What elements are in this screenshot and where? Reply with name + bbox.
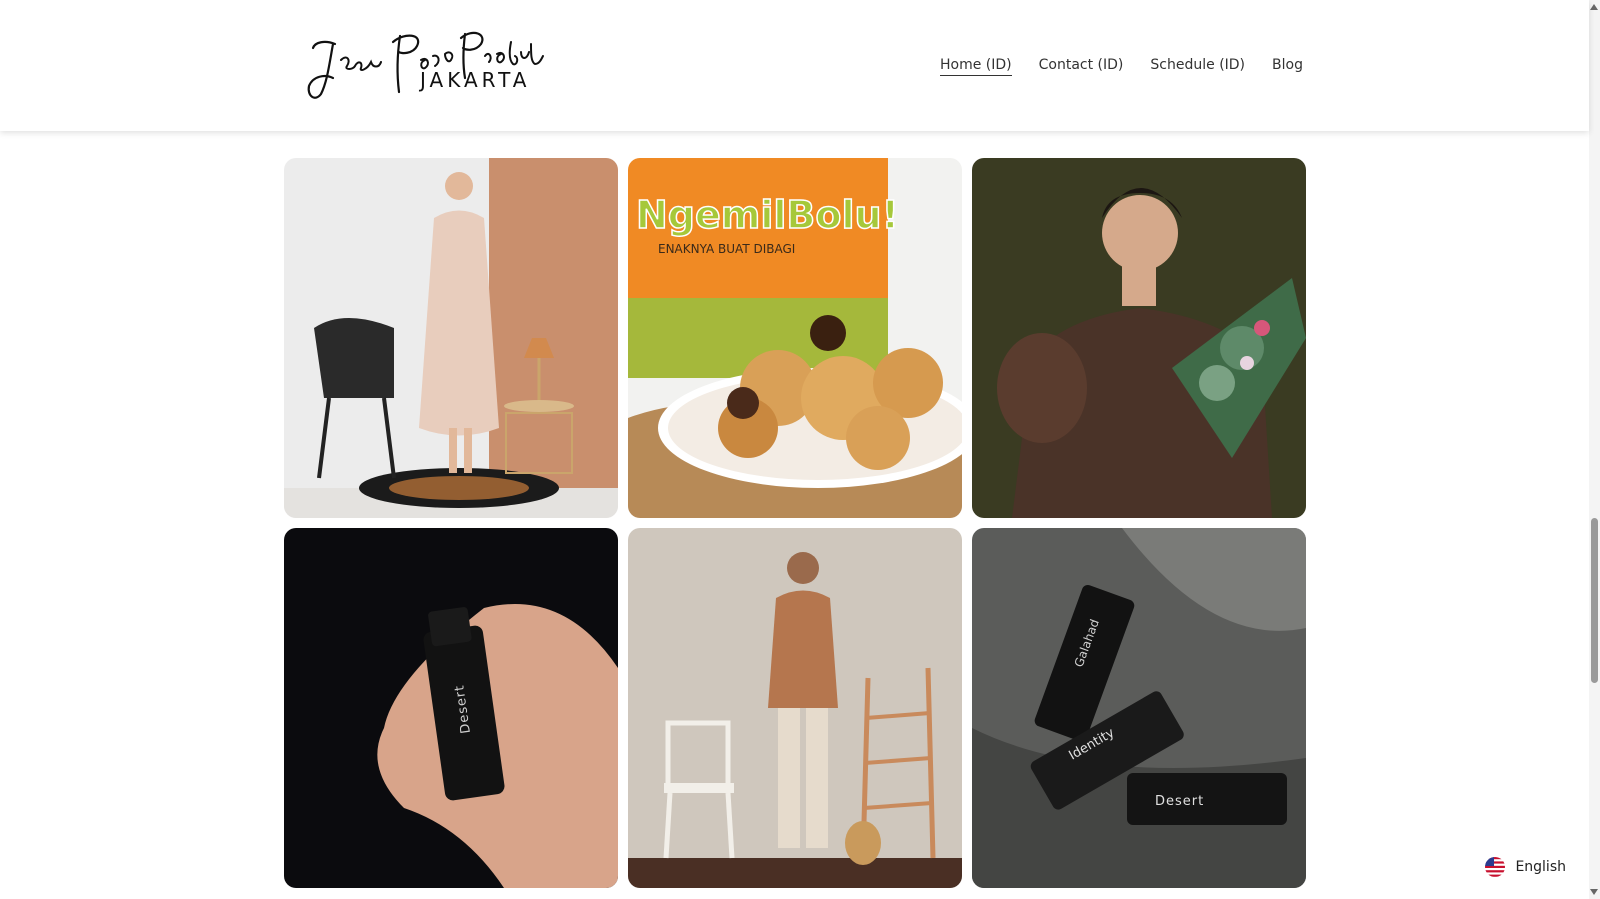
- gallery-image-perfume-hand[interactable]: Desert: [284, 528, 618, 888]
- main-nav: Home (ID) Contact (ID) Schedule (ID) Blo…: [940, 57, 1330, 76]
- language-label: English: [1515, 859, 1566, 875]
- nav-home[interactable]: Home (ID): [940, 57, 1012, 76]
- gallery-image-perfume-bottles[interactable]: Galahad Identity Desert: [972, 528, 1306, 888]
- language-switcher[interactable]: English: [1485, 857, 1566, 877]
- pastries-sub-text: ENAKNYA BUAT DIBAGI: [658, 242, 795, 256]
- scroll-up-icon[interactable]: [1590, 4, 1598, 10]
- perfume-hand-photo: Desert: [284, 528, 618, 888]
- woman-dress-photo: [284, 158, 618, 518]
- perfume-bottles-photo: Galahad Identity Desert: [972, 528, 1306, 888]
- perfume-label-desert-2: Desert: [1155, 794, 1204, 809]
- site-header: JAKARTA Home (ID) Contact (ID) Schedule …: [0, 0, 1589, 131]
- gallery-image-man-ladder[interactable]: [628, 528, 962, 888]
- nav-schedule[interactable]: Schedule (ID): [1150, 57, 1245, 76]
- gallery-image-woman-dress[interactable]: [284, 158, 618, 518]
- pastries-brand-text: NgemilBolu!: [636, 193, 899, 237]
- page-scrollbar[interactable]: [1589, 0, 1600, 899]
- woman-flowers-photo: [972, 158, 1306, 518]
- us-flag-icon: [1485, 857, 1506, 877]
- gallery-image-woman-flowers[interactable]: [972, 158, 1306, 518]
- nav-blog[interactable]: Blog: [1272, 57, 1303, 76]
- nav-contact[interactable]: Contact (ID): [1039, 57, 1124, 76]
- scroll-thumb[interactable]: [1591, 518, 1598, 683]
- gallery-image-pastries[interactable]: NgemilBolu! ENAKNYA BUAT DIBAGI: [628, 158, 962, 518]
- man-ladder-photo: [628, 528, 962, 888]
- logo-subtitle: JAKARTA: [420, 68, 531, 92]
- pastries-photo: NgemilBolu! ENAKNYA BUAT DIBAGI: [628, 158, 962, 518]
- scroll-down-icon[interactable]: [1590, 889, 1598, 895]
